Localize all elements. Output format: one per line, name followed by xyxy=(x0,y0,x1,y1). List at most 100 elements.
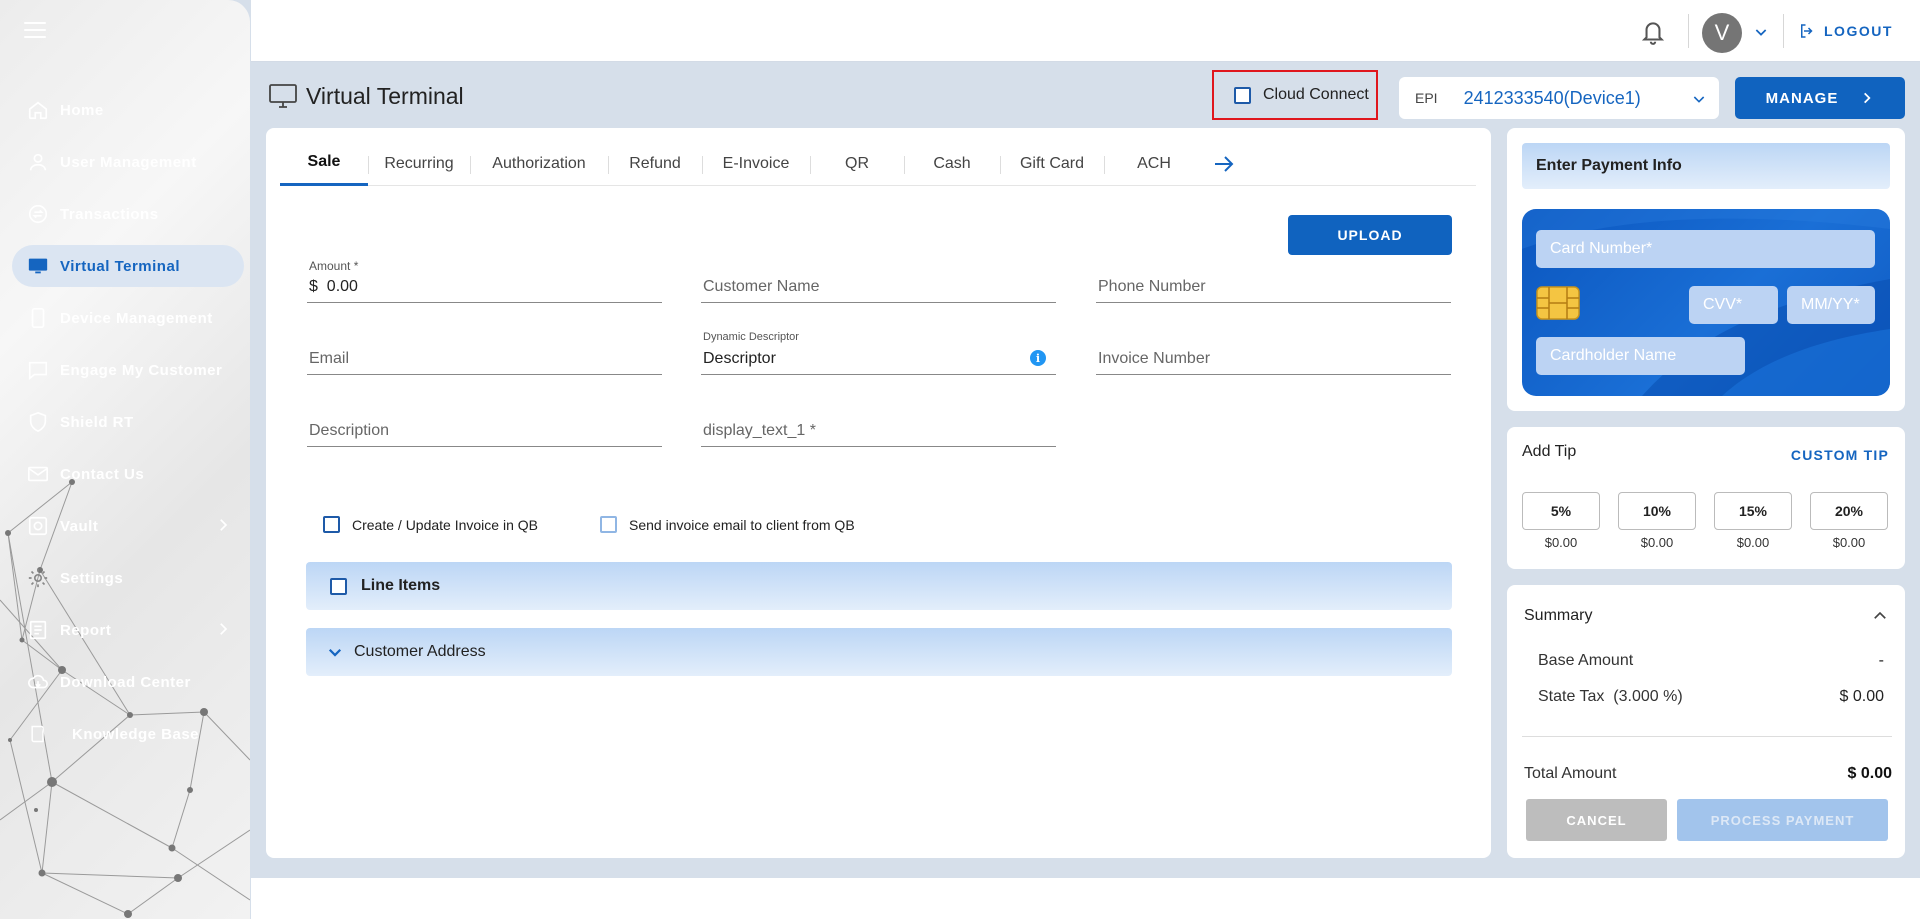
tip-10-button[interactable]: 10% xyxy=(1618,492,1696,530)
line-items-toggle[interactable]: Line Items xyxy=(306,562,1452,610)
page-title: Virtual Terminal xyxy=(268,82,464,110)
tip-15-button[interactable]: 15% xyxy=(1714,492,1792,530)
device-icon xyxy=(26,306,50,330)
logout-button[interactable]: LOGOUT xyxy=(1798,22,1893,40)
tab-label: QR xyxy=(845,154,869,172)
arrow-right-icon[interactable] xyxy=(1212,152,1236,176)
chevron-up-icon[interactable] xyxy=(1871,607,1889,630)
customer-name-placeholder: Customer Name xyxy=(703,278,820,295)
epi-label: EPI xyxy=(1415,90,1438,106)
sidebar-item-user-management[interactable]: User Management xyxy=(12,141,244,183)
tip-5-button[interactable]: 5% xyxy=(1522,492,1600,530)
chevron-right-icon xyxy=(1864,92,1871,104)
sidebar-item-label: Knowledge Base xyxy=(72,725,200,743)
tip-amount: $0.00 xyxy=(1736,535,1770,550)
sidebar-item-virtual-terminal[interactable]: Virtual Terminal xyxy=(12,245,244,287)
dynamic-descriptor-field[interactable]: Dynamic Descriptor Descriptor i xyxy=(701,331,1056,375)
shield-icon xyxy=(26,410,50,434)
tab-sale[interactable]: Sale xyxy=(280,142,368,186)
credit-card-graphic: Card Number* CVV* MM/YY* Cardholder Name xyxy=(1522,209,1890,396)
logout-icon xyxy=(1801,24,1813,38)
line-items-label: Line Items xyxy=(361,577,441,594)
chevron-down-icon[interactable] xyxy=(1753,24,1769,45)
tab-label: Authorization xyxy=(492,154,586,172)
card-number-input[interactable]: Card Number* xyxy=(1536,230,1875,268)
sidebar-item-report[interactable]: Report xyxy=(12,609,244,651)
tip-amount: $0.00 xyxy=(1544,535,1578,550)
cancel-button[interactable]: CANCEL xyxy=(1526,799,1667,841)
tab-recurring[interactable]: Recurring xyxy=(368,142,470,186)
amount-value: $ 0.00 xyxy=(309,278,358,296)
info-icon[interactable]: i xyxy=(1030,350,1046,366)
sidebar-item-shield-rt[interactable]: Shield RT xyxy=(12,401,244,443)
create-update-invoice-qb-checkbox[interactable]: Create / Update Invoice in QB xyxy=(323,516,538,533)
logout-label: LOGOUT xyxy=(1824,23,1893,39)
custom-tip-button[interactable]: CUSTOM TIP xyxy=(1791,447,1889,463)
book-icon xyxy=(26,722,50,746)
sidebar-item-engage-my-customer[interactable]: Engage My Customer xyxy=(12,349,244,391)
base-amount-value: - xyxy=(1878,652,1884,669)
summary-card: Summary Base Amount - State Tax (3.000 %… xyxy=(1507,585,1905,858)
customer-address-accordion[interactable]: Customer Address xyxy=(306,628,1452,676)
divider xyxy=(1522,736,1892,737)
payment-info-card: Enter Payment Info Card Number* CVV* MM/… xyxy=(1507,128,1905,411)
tab-label: Recurring xyxy=(384,154,454,172)
sidebar-item-label: Contact Us xyxy=(60,465,145,483)
manage-button[interactable]: MANAGE xyxy=(1735,77,1905,119)
footer-bar xyxy=(251,878,1920,919)
send-invoice-email-qb-checkbox[interactable]: Send invoice email to client from QB xyxy=(600,516,855,533)
tab-label: Sale xyxy=(307,153,341,170)
add-tip-card: Add Tip CUSTOM TIP 5% 10% 15% 20% $0.00 … xyxy=(1507,427,1905,569)
card-chip-icon xyxy=(1536,286,1580,320)
bell-icon[interactable] xyxy=(1640,18,1666,51)
cloud-connect-checkbox[interactable]: Cloud Connect xyxy=(1212,70,1378,120)
sidebar-item-vault[interactable]: Vault xyxy=(12,505,244,547)
tab-ach[interactable]: ACH xyxy=(1104,142,1204,186)
manage-label: MANAGE xyxy=(1765,89,1839,107)
customer-address-label: Customer Address xyxy=(354,643,486,660)
tab-qr[interactable]: QR xyxy=(810,142,904,186)
display-text-field[interactable]: display_text_1 * xyxy=(701,403,1056,447)
tab-cash[interactable]: Cash xyxy=(904,142,1000,186)
payment-info-header: Enter Payment Info xyxy=(1522,143,1890,189)
avatar[interactable]: V xyxy=(1702,13,1742,53)
sidebar-item-device-management[interactable]: Device Management xyxy=(12,297,244,339)
phone-number-placeholder: Phone Number xyxy=(1098,278,1206,295)
chevron-right-icon xyxy=(214,620,232,642)
sidebar-item-home[interactable]: Home xyxy=(12,89,244,131)
amount-field[interactable]: Amount * $ 0.00 xyxy=(307,259,662,303)
sidebar-item-settings[interactable]: Settings xyxy=(12,557,244,599)
menu-toggle-icon[interactable] xyxy=(24,22,46,38)
monitor-icon xyxy=(26,254,50,278)
tab-refund[interactable]: Refund xyxy=(608,142,702,186)
process-payment-button[interactable]: PROCESS PAYMENT xyxy=(1677,799,1888,841)
phone-number-field[interactable]: Phone Number xyxy=(1096,259,1451,303)
sidebar-item-contact-us[interactable]: Contact Us xyxy=(12,453,244,495)
cardholder-name-input[interactable]: Cardholder Name xyxy=(1536,337,1745,375)
tab-authorization[interactable]: Authorization xyxy=(470,142,608,186)
cvv-input[interactable]: CVV* xyxy=(1689,286,1778,324)
dynamic-descriptor-value: Descriptor xyxy=(703,350,776,367)
sidebar-item-knowledge-base[interactable]: Knowledge Base xyxy=(12,713,244,755)
sidebar-item-transactions[interactable]: Transactions xyxy=(12,193,244,235)
tab-e-invoice[interactable]: E-Invoice xyxy=(702,142,810,186)
state-tax-row: State Tax (3.000 %) $ 0.00 xyxy=(1538,688,1892,706)
epi-select[interactable]: EPI 2412333540(Device1) xyxy=(1399,77,1719,119)
gear-icon xyxy=(26,566,50,590)
expiry-input[interactable]: MM/YY* xyxy=(1787,286,1875,324)
tab-label: E-Invoice xyxy=(722,154,790,172)
description-field[interactable]: Description xyxy=(307,403,662,447)
cloud-download-icon xyxy=(26,670,50,694)
tab-gift-card[interactable]: Gift Card xyxy=(1000,142,1104,186)
amount-label: Amount * xyxy=(309,259,359,273)
invoice-number-field[interactable]: Invoice Number xyxy=(1096,331,1451,375)
home-icon xyxy=(26,98,50,122)
customer-name-field[interactable]: Customer Name xyxy=(701,259,1056,303)
upload-button[interactable]: UPLOAD xyxy=(1288,215,1452,255)
tip-20-button[interactable]: 20% xyxy=(1810,492,1888,530)
email-field[interactable]: Email xyxy=(307,331,662,375)
state-tax-label: State Tax (3.000 %) xyxy=(1538,688,1683,705)
sidebar-item-download-center[interactable]: Download Center xyxy=(12,661,244,703)
sidebar-item-label: Virtual Terminal xyxy=(60,257,180,275)
tab-label: Cash xyxy=(933,154,971,172)
